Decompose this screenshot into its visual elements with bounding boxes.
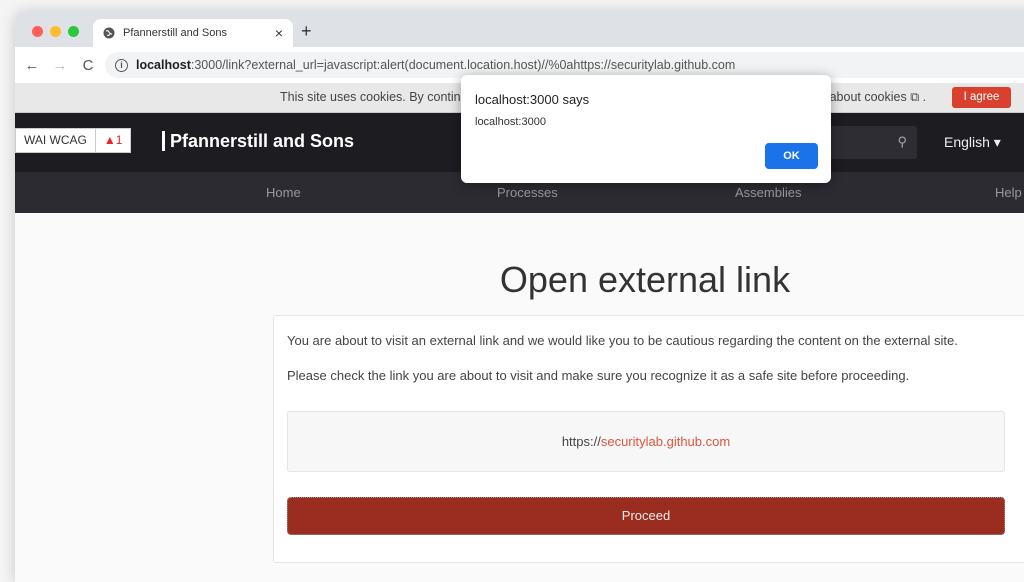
alert-title: localhost:3000 says [475, 92, 590, 107]
proceed-button[interactable]: Proceed [287, 497, 1005, 535]
link-scheme: https:// [561, 434, 601, 449]
cookie-agree-button[interactable]: I agree [952, 87, 1011, 108]
cookie-text: This site uses cookies. By continu [280, 90, 468, 104]
warning-count: 1 [115, 133, 123, 147]
wcag-badge[interactable]: WAI WCAG ▲1 [15, 128, 132, 153]
external-link-card: You are about to visit an external link … [273, 315, 1024, 563]
globe-icon [103, 27, 115, 39]
link-domain: securitylab.github.com [600, 434, 731, 449]
url-path: :3000/link?external_url=javascript:alert… [190, 58, 736, 72]
warning-icon: ▲ [103, 133, 116, 147]
search-input[interactable]: ⚲ [830, 126, 917, 159]
nav-item-home[interactable]: Home [266, 185, 301, 200]
tab-bar: Pfannerstill and Sons × + [15, 12, 1024, 47]
nav-item-help[interactable]: Help [995, 185, 1022, 200]
minimize-window-button[interactable] [50, 26, 61, 37]
nav-item-processes[interactable]: Processes [497, 185, 558, 200]
browser-tab[interactable]: Pfannerstill and Sons × [93, 19, 293, 47]
reload-button[interactable]: C [77, 57, 99, 74]
wcag-label: WAI WCAG [16, 129, 96, 152]
warning-paragraph: You are about to visit an external link … [287, 333, 958, 348]
browser-window: Pfannerstill and Sons × + ← → C i localh… [15, 12, 1024, 582]
close-window-button[interactable] [32, 26, 43, 37]
site-brand[interactable]: Pfannerstill and Sons [162, 131, 354, 151]
nav-item-assemblies[interactable]: Assemblies [735, 185, 801, 200]
info-icon[interactable]: i [115, 58, 128, 72]
page-title: Open external link [499, 259, 791, 300]
wcag-warning: ▲1 [96, 129, 131, 152]
back-button[interactable]: ← [21, 57, 43, 74]
url-host: localhost [136, 58, 191, 72]
tab-close-icon[interactable]: × [275, 25, 283, 41]
tab-title: Pfannerstill and Sons [123, 27, 227, 39]
language-selector[interactable]: English ▾ [944, 134, 1001, 151]
new-tab-button[interactable]: + [301, 21, 312, 42]
maximize-window-button[interactable] [68, 26, 79, 37]
forward-button[interactable]: → [49, 57, 71, 74]
alert-dialog: localhost:3000 says localhost:3000 OK [461, 75, 831, 183]
external-link-box: https://securitylab.github.com [287, 411, 1005, 472]
cookie-learn-more-link[interactable]: re about cookies ⧉ . [815, 90, 926, 105]
search-icon[interactable]: ⚲ [897, 134, 907, 150]
alert-message: localhost:3000 [475, 116, 546, 128]
instruction-paragraph: Please check the link you are about to v… [287, 368, 910, 383]
alert-ok-button[interactable]: OK [765, 143, 818, 169]
